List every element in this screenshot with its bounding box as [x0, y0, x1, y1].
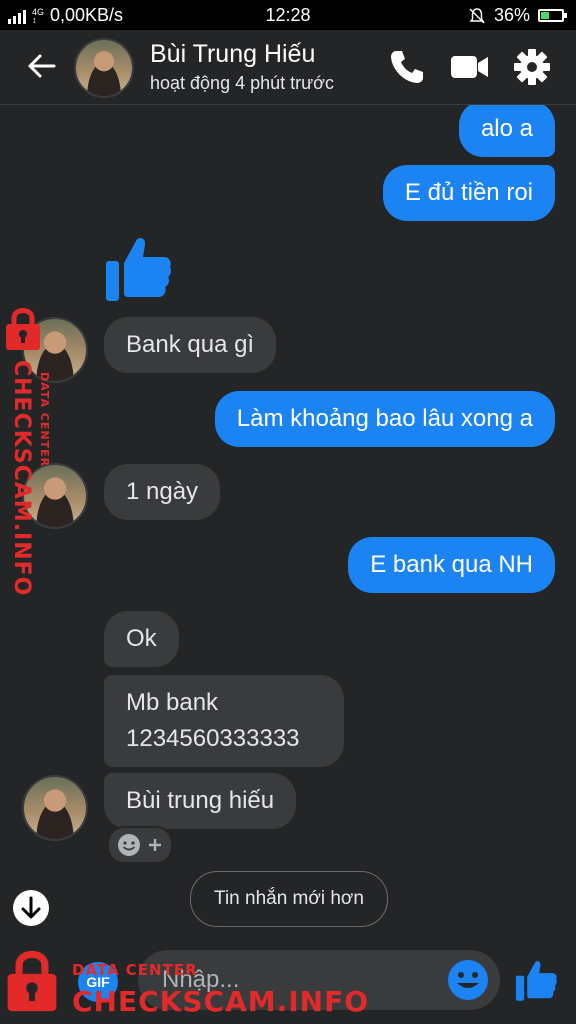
- emoji-icon[interactable]: [446, 958, 490, 1002]
- message-outgoing[interactable]: E đủ tiền roi: [382, 165, 555, 221]
- watermark-brand-vertical: CHECKSCAM.INFO: [9, 360, 34, 597]
- message-line: 1234560333333: [126, 725, 300, 752]
- clock: 12:28: [265, 5, 311, 25]
- add-reaction-button[interactable]: [107, 826, 173, 864]
- settings-gear-icon[interactable]: [511, 46, 553, 88]
- smiley-icon: [118, 834, 140, 856]
- video-call-icon[interactable]: [448, 46, 490, 88]
- watermark-lock-icon: [6, 308, 40, 350]
- watermark-brand: CHECKSCAM.INFO: [72, 985, 370, 1018]
- message-incoming[interactable]: Bank qua gì: [104, 317, 277, 373]
- presence-status: hoạt động 4 phút trước: [150, 73, 334, 93]
- newer-messages-button[interactable]: Tin nhắn mới hơn: [190, 871, 388, 927]
- contact-avatar-small[interactable]: [22, 775, 88, 841]
- message-incoming[interactable]: 1 ngày: [104, 464, 221, 520]
- contact-name[interactable]: Bùi Trung Hiếu: [150, 40, 315, 69]
- message-incoming[interactable]: Ok: [104, 611, 179, 667]
- like-icon[interactable]: [514, 958, 558, 1002]
- thumbs-up-sticker-icon[interactable]: [104, 233, 172, 303]
- message-outgoing[interactable]: alo a: [458, 105, 555, 157]
- bell-muted-icon: [469, 7, 485, 23]
- phone-call-icon[interactable]: [386, 46, 428, 88]
- message-outgoing[interactable]: Làm khoảng bao lâu xong a: [214, 391, 555, 447]
- battery-icon: [538, 9, 567, 22]
- message-outgoing[interactable]: E bank qua NH: [348, 537, 555, 593]
- message-line: Mb bank: [126, 689, 219, 716]
- watermark-subtitle-vertical: DATA CENTER: [38, 372, 51, 468]
- watermark-subtitle: DATA CENTER: [72, 961, 198, 979]
- scroll-down-icon[interactable]: [12, 889, 50, 927]
- message-list[interactable]: alo a E đủ tiền roi Bank qua gì Làm khoả…: [0, 105, 576, 938]
- battery-percent: 36%: [493, 5, 530, 25]
- status-bar: 4G ↕ 0,00KB/s 12:28 36%: [0, 0, 576, 30]
- message-incoming-multiline[interactable]: Mb bank 1234560333333: [104, 675, 344, 767]
- watermark-lock-icon: [7, 950, 57, 1012]
- back-arrow-icon[interactable]: [24, 48, 60, 84]
- plus-icon: [149, 839, 161, 851]
- message-incoming[interactable]: Bùi trung hiếu: [104, 773, 297, 829]
- contact-avatar[interactable]: [74, 38, 134, 98]
- conversation-header: Bùi Trung Hiếu hoạt động 4 phút trước: [0, 30, 576, 105]
